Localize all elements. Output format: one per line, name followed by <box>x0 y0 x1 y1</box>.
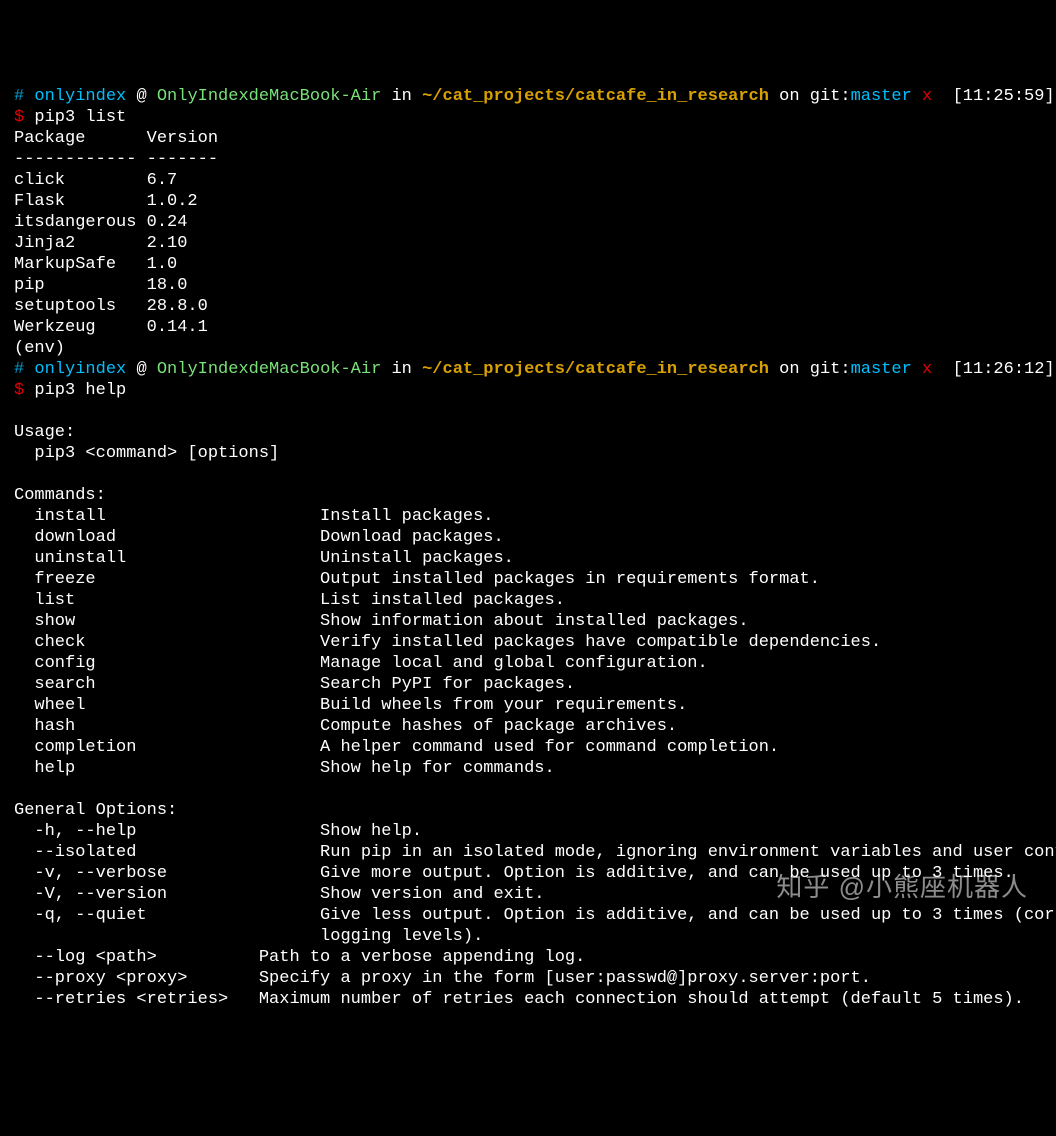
command-row: list List installed packages. <box>14 590 1042 611</box>
command-row: search Search PyPI for packages. <box>14 674 1042 695</box>
option-row: --isolated Run pip in an isolated mode, … <box>14 842 1042 863</box>
package-row: pip 18.0 <box>14 275 1042 296</box>
option-row: -h, --help Show help. <box>14 821 1042 842</box>
command-row: download Download packages. <box>14 527 1042 548</box>
package-row: itsdangerous 0.24 <box>14 212 1042 233</box>
terminal-output[interactable]: # onlyindex @ OnlyIndexdeMacBook-Air in … <box>14 86 1042 1010</box>
command-row: hash Compute hashes of package archives. <box>14 716 1042 737</box>
option-row: logging levels). <box>14 926 1042 947</box>
package-row: Werkzeug 0.14.1 <box>14 317 1042 338</box>
command-row: show Show information about installed pa… <box>14 611 1042 632</box>
package-row: click 6.7 <box>14 170 1042 191</box>
option-row: --log <path> Path to a verbose appending… <box>14 947 1042 968</box>
option-row: -V, --version Show version and exit. <box>14 884 1042 905</box>
package-row: MarkupSafe 1.0 <box>14 254 1042 275</box>
command-row: uninstall Uninstall packages. <box>14 548 1042 569</box>
command-row: freeze Output installed packages in requ… <box>14 569 1042 590</box>
package-row: setuptools 28.8.0 <box>14 296 1042 317</box>
option-row: --proxy <proxy> Specify a proxy in the f… <box>14 968 1042 989</box>
option-row: -q, --quiet Give less output. Option is … <box>14 905 1042 926</box>
package-row: Flask 1.0.2 <box>14 191 1042 212</box>
package-row: Jinja2 2.10 <box>14 233 1042 254</box>
option-row: --retries <retries> Maximum number of re… <box>14 989 1042 1010</box>
command-row: config Manage local and global configura… <box>14 653 1042 674</box>
option-row: -v, --verbose Give more output. Option i… <box>14 863 1042 884</box>
command-row: help Show help for commands. <box>14 758 1042 779</box>
command-row: completion A helper command used for com… <box>14 737 1042 758</box>
command-row: wheel Build wheels from your requirement… <box>14 695 1042 716</box>
command-row: check Verify installed packages have com… <box>14 632 1042 653</box>
command-row: install Install packages. <box>14 506 1042 527</box>
